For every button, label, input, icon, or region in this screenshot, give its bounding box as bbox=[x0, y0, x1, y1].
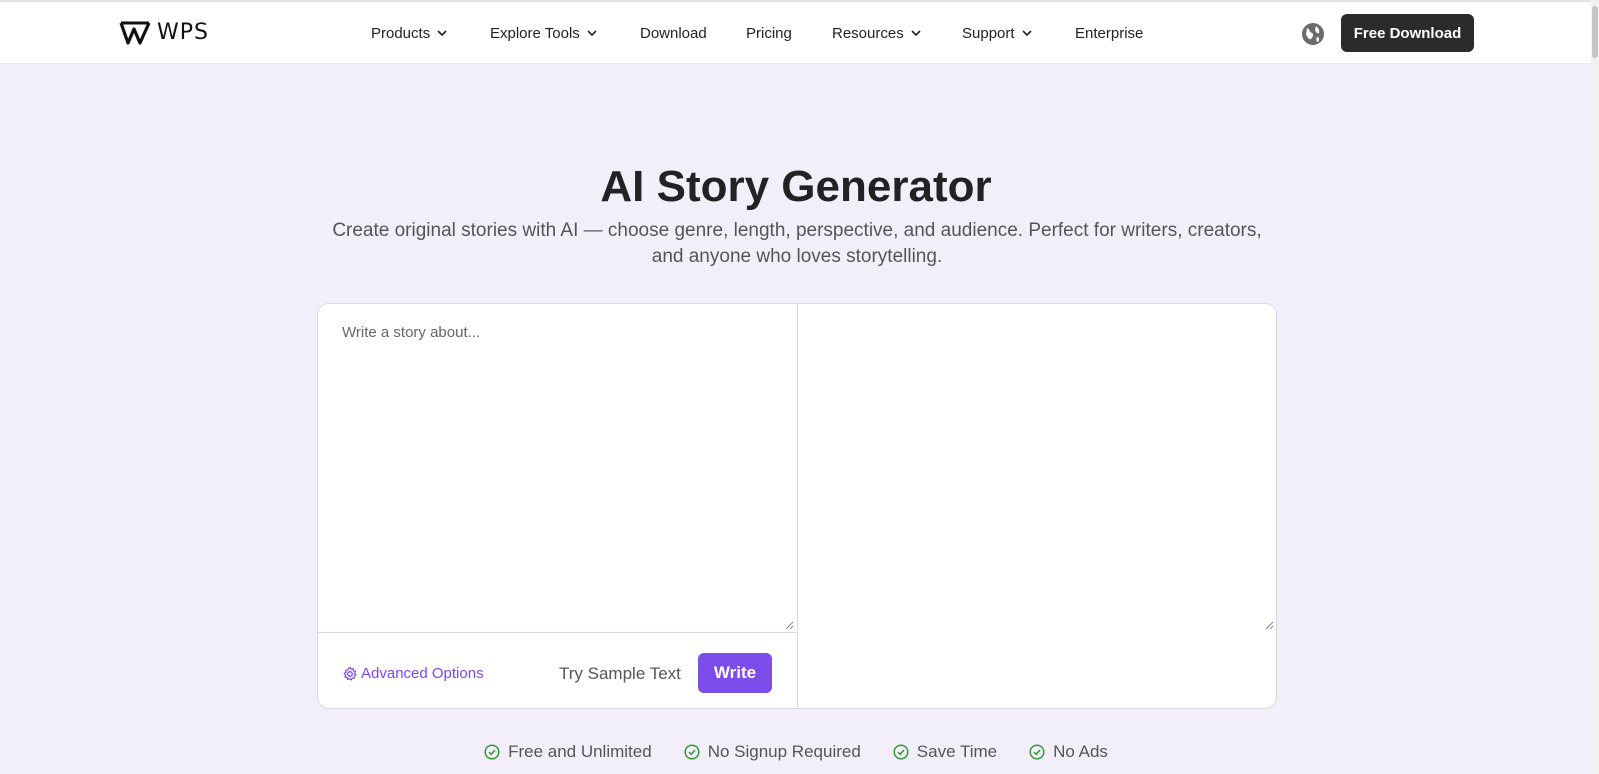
chevron-down-icon bbox=[1021, 30, 1032, 37]
story-prompt-input[interactable] bbox=[318, 304, 797, 633]
nav-label: Explore Tools bbox=[490, 24, 580, 42]
page-subtitle: Create original stories with AI — choose… bbox=[332, 220, 1262, 267]
check-circle-icon bbox=[484, 744, 500, 760]
feature-item: Free and Unlimited bbox=[484, 742, 652, 762]
nav-label: Enterprise bbox=[1075, 24, 1144, 42]
try-sample-text-button[interactable]: Try Sample Text bbox=[559, 664, 681, 684]
nav-label: Resources bbox=[832, 24, 904, 42]
feature-item: No Ads bbox=[1029, 742, 1108, 762]
resize-grip-icon[interactable] bbox=[1264, 620, 1274, 630]
wps-logo-icon bbox=[119, 21, 151, 45]
chevron-down-icon bbox=[587, 30, 597, 37]
nav-label: Pricing bbox=[746, 24, 792, 42]
feature-label: Free and Unlimited bbox=[508, 742, 652, 761]
chevron-down-icon bbox=[911, 30, 921, 37]
nav-label: Download bbox=[640, 24, 707, 42]
story-editor-panel: Advanced Options Try Sample Text Write bbox=[317, 303, 1277, 709]
feature-label: Save Time bbox=[916, 742, 998, 761]
story-output-area[interactable] bbox=[798, 304, 1276, 633]
advanced-options-label: Advanced Options bbox=[361, 665, 484, 682]
nav-download[interactable]: Download bbox=[640, 22, 707, 44]
nav-pricing[interactable]: Pricing bbox=[746, 22, 792, 44]
check-circle-icon bbox=[893, 744, 909, 760]
globe-icon[interactable] bbox=[1301, 22, 1325, 46]
nav-label: Products bbox=[371, 24, 431, 42]
nav-enterprise[interactable]: Enterprise bbox=[1075, 22, 1143, 44]
check-circle-icon bbox=[684, 744, 700, 760]
nav-support[interactable]: Support bbox=[962, 22, 1033, 44]
feature-label: No Signup Required bbox=[707, 742, 861, 761]
scrollbar[interactable] bbox=[1591, 0, 1599, 774]
write-button[interactable]: Write bbox=[698, 653, 772, 693]
page-title: AI Story Generator bbox=[600, 162, 992, 211]
scrollbar-thumb[interactable] bbox=[1592, 6, 1598, 58]
feature-list: Free and Unlimited No Signup Required Sa… bbox=[0, 742, 1592, 762]
feature-item: Save Time bbox=[893, 742, 997, 762]
chevron-down-icon bbox=[437, 30, 447, 37]
feature-item: No Signup Required bbox=[684, 742, 861, 762]
resize-grip-icon[interactable] bbox=[784, 620, 794, 630]
free-download-button[interactable]: Free Download bbox=[1341, 14, 1474, 52]
advanced-options-button[interactable]: Advanced Options bbox=[342, 665, 484, 682]
nav-products[interactable]: Products bbox=[371, 22, 448, 44]
nav-explore-tools[interactable]: Explore Tools bbox=[490, 22, 598, 44]
nav-label: Support bbox=[962, 24, 1015, 42]
nav-resources[interactable]: Resources bbox=[832, 22, 922, 44]
check-circle-icon bbox=[1029, 744, 1045, 760]
logo-text: WPS bbox=[157, 20, 209, 45]
gear-icon bbox=[343, 666, 357, 681]
feature-label: No Ads bbox=[1053, 742, 1108, 761]
wps-logo[interactable]: WPS bbox=[119, 20, 209, 46]
site-header: WPS Products Explore Tools Download Pric… bbox=[0, 2, 1599, 64]
